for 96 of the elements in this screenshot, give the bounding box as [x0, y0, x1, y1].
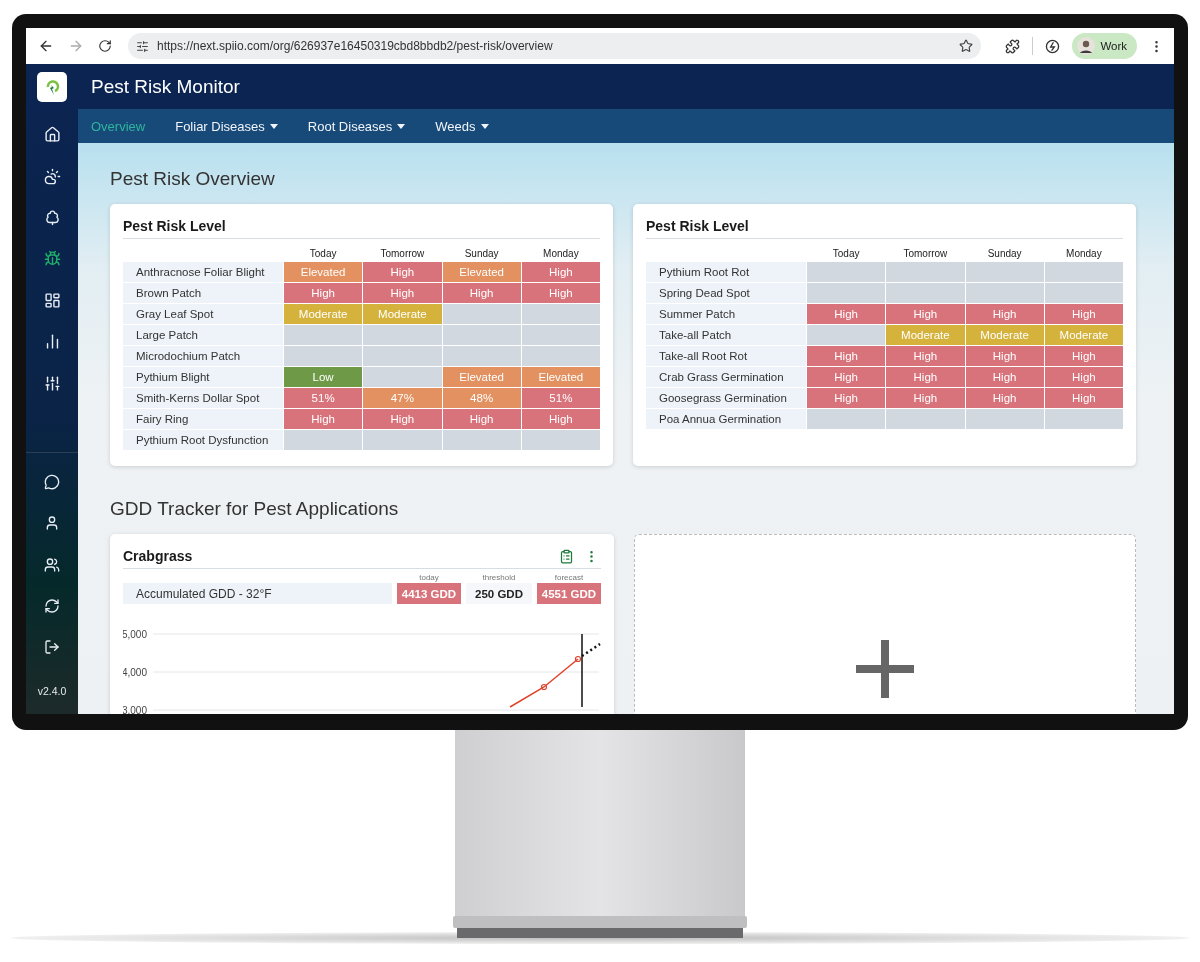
risk-level-cell: Moderate: [1044, 325, 1123, 345]
nav-tab[interactable]: Weeds: [435, 118, 489, 134]
gdd-row-label: Accumulated GDD - 32°F: [123, 583, 392, 604]
nav-tab[interactable]: Foliar Diseases: [175, 118, 278, 134]
pest-name-cell: Take-all Root Rot: [646, 346, 806, 366]
pest-name-cell: Pythium Blight: [123, 367, 283, 387]
pest-name-cell: Gray Leaf Spot: [123, 304, 283, 324]
risk-level-cell: High: [886, 367, 965, 387]
day-header: Monday: [1066, 247, 1102, 261]
section-heading: Pest Risk Overview: [110, 167, 276, 191]
risk-level-cell: High: [521, 409, 600, 429]
day-header: Today: [309, 247, 337, 261]
axis-tick-label: 4,000: [123, 666, 147, 678]
risk-level-cell: High: [521, 262, 600, 282]
risk-level-cell: High: [965, 304, 1044, 324]
pest-name-cell: Smith-Kerns Dollar Spot: [123, 388, 283, 408]
pest-name-cell: Large Patch: [123, 325, 283, 345]
nav-tab[interactable]: Root Diseases: [307, 118, 406, 134]
risk-level-cell: High: [1044, 388, 1123, 408]
risk-level-cell: 48%: [442, 388, 521, 408]
risk-level-cell: High: [1044, 304, 1123, 324]
pest-name-cell: Anthracnose Foliar Blight: [123, 262, 283, 282]
plus-icon: [856, 640, 914, 698]
gdd-value: 250 GDD: [466, 583, 532, 604]
risk-level-cell: Elevated: [284, 262, 363, 282]
risk-level-cell: High: [284, 409, 363, 429]
day-header: Monday: [543, 247, 579, 261]
day-header: Tomorrow: [903, 247, 948, 261]
risk-level-cell: Moderate: [363, 304, 442, 324]
pest-name-cell: Brown Patch: [123, 283, 283, 303]
risk-level-cell: High: [1044, 346, 1123, 366]
day-header: Tomorrow: [380, 247, 425, 261]
gdd-value: 4413 GDD: [397, 583, 461, 604]
stat-label: forecast: [554, 573, 584, 583]
risk-level-cell: High: [521, 283, 600, 303]
risk-level-cell: Low: [284, 367, 363, 387]
risk-level-cell: High: [807, 304, 886, 324]
card-title: Crabgrass: [123, 548, 193, 564]
risk-level-cell: High: [1044, 367, 1123, 387]
day-header: Today: [832, 247, 860, 261]
pest-name-cell: Goosegrass Germination: [646, 388, 806, 408]
pest-name-cell: Spring Dead Spot: [646, 283, 806, 303]
app-title: Pest Risk Monitor: [91, 75, 240, 98]
day-header: Sunday: [464, 247, 499, 261]
avatar-icon: [1077, 37, 1096, 55]
risk-level-cell: 51%: [521, 388, 600, 408]
risk-level-cell: High: [363, 262, 442, 282]
card-title: Pest Risk Level: [123, 218, 226, 234]
pest-name-cell: Microdochium Patch: [123, 346, 283, 366]
risk-level-cell: High: [886, 304, 965, 324]
bookmark-star-icon[interactable]: [959, 39, 974, 53]
pest-name-cell: Pythium Root Rot: [646, 262, 806, 282]
reload-button[interactable]: [96, 37, 114, 55]
pest-name-cell: Take-all Patch: [646, 325, 806, 345]
risk-level-cell: High: [442, 283, 521, 303]
address-bar[interactable]: https://next.spiio.com/org/626937e16450319cbd8bbdb2/pest-risk/overview: [128, 33, 982, 59]
day-header: Sunday: [987, 247, 1022, 261]
gdd-value: 4551 GDD: [537, 583, 601, 604]
stat-label: threshold: [482, 573, 516, 583]
clipboard-icon: [559, 548, 574, 564]
risk-level-cell: 51%: [284, 388, 363, 408]
risk-level-cell: Moderate: [965, 325, 1044, 345]
risk-level-cell: High: [807, 388, 886, 408]
profile-button[interactable]: Work: [1072, 33, 1137, 59]
risk-level-cell: Moderate: [886, 325, 965, 345]
logo-icon[interactable]: [37, 71, 67, 102]
card-title: Pest Risk Level: [646, 218, 749, 234]
risk-level-cell: Elevated: [442, 367, 521, 387]
pest-name-cell: Fairy Ring: [123, 409, 283, 429]
risk-level-cell: High: [965, 388, 1044, 408]
risk-level-cell: Moderate: [284, 304, 363, 324]
pest-name-cell: Poa Annua Germination: [646, 409, 806, 429]
risk-level-cell: High: [363, 409, 442, 429]
nav-tab[interactable]: Overview: [91, 118, 146, 134]
risk-level-cell: High: [807, 367, 886, 387]
risk-level-cell: High: [965, 346, 1044, 366]
pest-name-cell: Summer Patch: [646, 304, 806, 324]
url-text: https://next.spiio.com/org/626937e16450319cbd8bbdb2/pest-risk/overview: [157, 39, 554, 53]
risk-level-cell: Elevated: [521, 367, 600, 387]
section-heading: GDD Tracker for Pest Applications: [110, 497, 400, 521]
risk-level-cell: High: [886, 388, 965, 408]
risk-level-cell: High: [965, 367, 1044, 387]
risk-level-cell: High: [284, 283, 363, 303]
risk-level-cell: High: [886, 346, 965, 366]
stat-label: today: [419, 573, 439, 583]
pest-name-cell: Pythium Root Dysfunction: [123, 430, 283, 450]
site-settings-icon[interactable]: [136, 39, 149, 53]
axis-tick-label: 5,000: [123, 628, 147, 640]
risk-level-cell: High: [363, 283, 442, 303]
risk-level-cell: 47%: [363, 388, 442, 408]
version-label: v2.4.0: [37, 684, 67, 699]
pest-name-cell: Crab Grass Germination: [646, 367, 806, 387]
risk-level-cell: High: [442, 409, 521, 429]
risk-level-cell: Elevated: [442, 262, 521, 282]
risk-level-cell: High: [807, 346, 886, 366]
axis-tick-label: 3,000: [123, 704, 147, 714]
